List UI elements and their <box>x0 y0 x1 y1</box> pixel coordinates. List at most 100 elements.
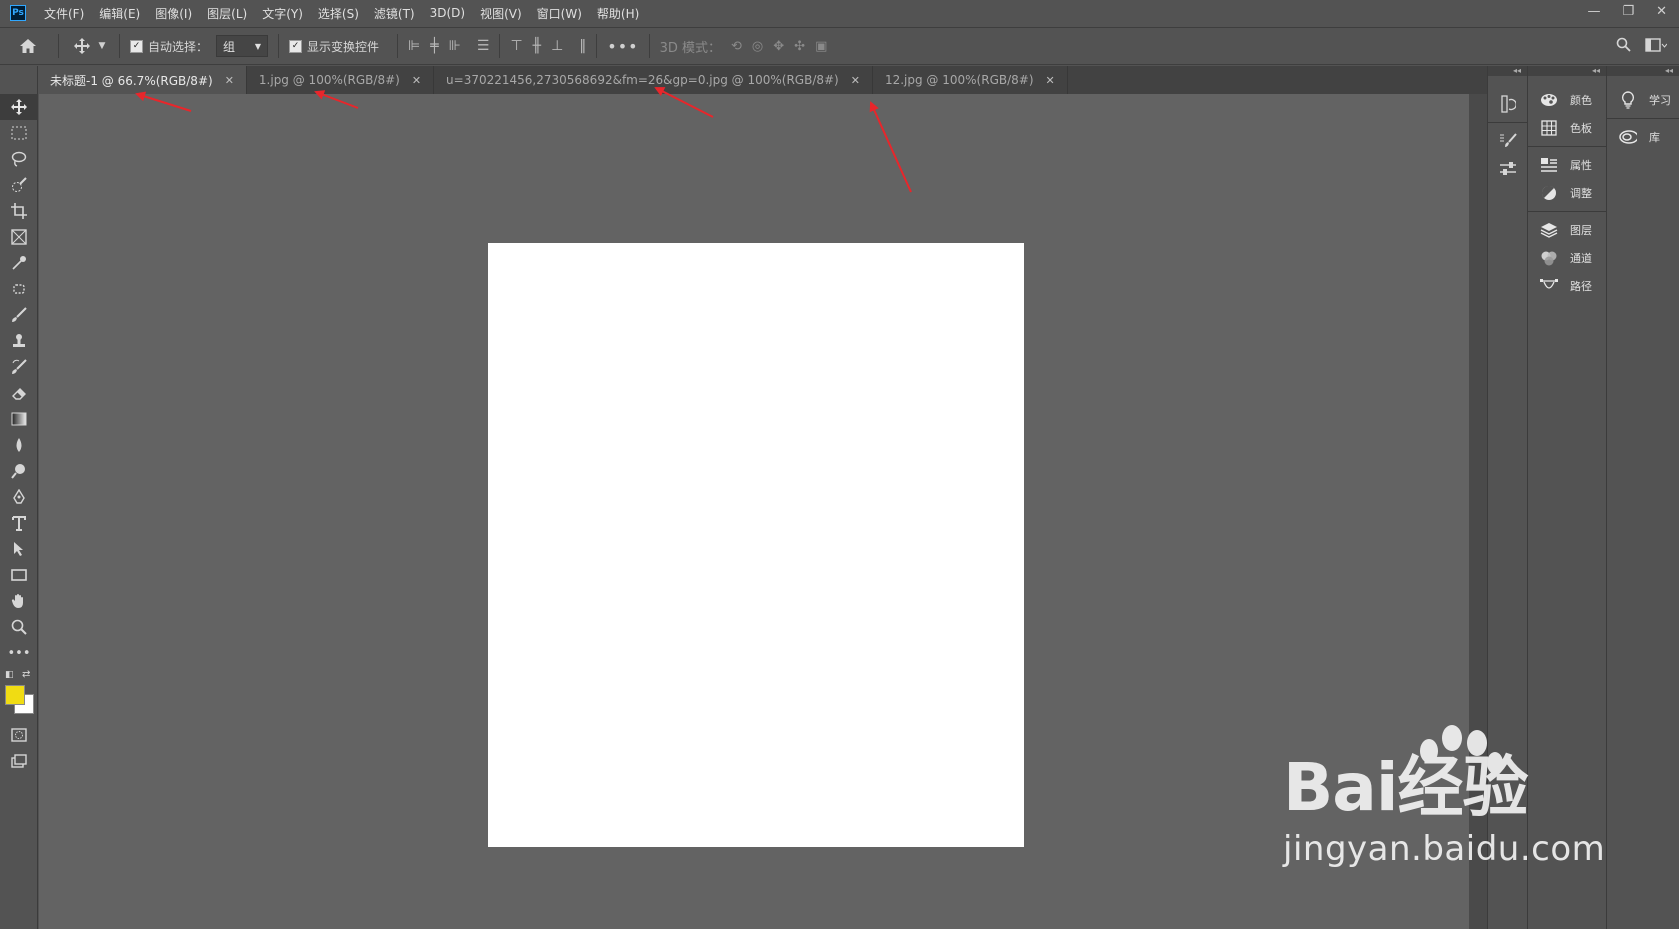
panel-paths[interactable]: 路径 <box>1528 272 1606 300</box>
distribute-icon[interactable]: ☰ <box>477 38 490 54</box>
menu-image[interactable]: 图像(I) <box>155 5 192 22</box>
align-vcenter-icon[interactable]: ╫ <box>533 38 541 54</box>
paths-icon <box>1540 278 1558 294</box>
show-transform-checkbox[interactable]: ✓ <box>289 39 303 53</box>
auto-select-value: 组 <box>223 39 236 54</box>
panel-adjustments[interactable]: 调整 <box>1528 179 1606 207</box>
menu-select[interactable]: 选择(S) <box>318 5 359 22</box>
menu-filter[interactable]: 滤镜(T) <box>374 5 415 22</box>
close-icon[interactable]: ✕ <box>851 74 860 87</box>
menu-window[interactable]: 窗口(W) <box>537 5 582 22</box>
lasso-tool[interactable] <box>0 146 38 172</box>
chevron-down-icon[interactable]: ▼ <box>95 41 109 51</box>
crop-tool[interactable] <box>0 198 38 224</box>
menu-3d[interactable]: 3D(D) <box>430 6 465 20</box>
separator <box>499 34 501 58</box>
auto-select-checkbox[interactable]: ✓ <box>130 39 143 53</box>
canvas-workspace[interactable] <box>39 94 1469 929</box>
gradient-tool[interactable] <box>0 406 38 432</box>
quick-mask-icon[interactable] <box>0 722 38 748</box>
tab-untitled-1[interactable]: 未标题-1 @ 66.7%(RGB/8#) ✕ <box>38 66 247 94</box>
move-tool[interactable] <box>0 94 38 120</box>
menu-type[interactable]: 文字(Y) <box>262 5 303 22</box>
type-tool[interactable] <box>0 510 38 536</box>
more-options-icon[interactable]: ••• <box>607 37 638 56</box>
workspace-icon[interactable] <box>1645 37 1668 55</box>
tab-label: 未标题-1 @ 66.7%(RGB/8#) <box>50 73 213 88</box>
panel-learn[interactable]: 学习 <box>1607 86 1679 114</box>
align-hcenter-icon[interactable]: ╪ <box>430 38 438 54</box>
align-bottom-icon[interactable]: ⊥ <box>551 38 563 54</box>
frame-tool[interactable] <box>0 224 38 250</box>
close-icon[interactable]: ✕ <box>1046 74 1055 87</box>
swap-colors-icon[interactable]: ⇄ <box>22 669 30 680</box>
3d-camera-icon[interactable]: ▣ <box>815 39 827 54</box>
3d-mode-group: 3D 模式： ⟲ ◎ ✥ ✣ ▣ <box>660 37 828 56</box>
eraser-tool[interactable] <box>0 380 38 406</box>
align-left-icon[interactable]: ⊫ <box>408 38 420 54</box>
collapse-dock-icon[interactable]: ◂◂ <box>1488 66 1527 76</box>
toolbar-header <box>0 66 37 94</box>
restore-button[interactable]: ❐ <box>1622 4 1634 19</box>
brush-settings-icon[interactable] <box>1488 127 1527 155</box>
tab-1-jpg[interactable]: 1.jpg @ 100%(RGB/8#) ✕ <box>247 66 435 94</box>
align-top-icon[interactable]: ⊤ <box>510 38 522 54</box>
separator <box>58 34 59 58</box>
align-right-icon[interactable]: ⊪ <box>449 38 461 54</box>
adjust-icon <box>1540 185 1558 201</box>
foreground-color-swatch[interactable] <box>5 685 25 705</box>
tab-12-jpg[interactable]: 12.jpg @ 100%(RGB/8#) ✕ <box>873 66 1068 94</box>
stamp-tool[interactable] <box>0 328 38 354</box>
move-tool-preset-icon[interactable] <box>69 38 95 54</box>
default-colors-icon[interactable]: ◧ <box>5 670 14 680</box>
healing-tool[interactable] <box>0 276 38 302</box>
tool-presets-icon[interactable] <box>1488 155 1527 183</box>
collapse-dock-icon[interactable]: ◂◂ <box>1528 66 1606 76</box>
separator <box>278 34 280 58</box>
panel-swatches[interactable]: 色板 <box>1528 114 1606 142</box>
tab-u-jpg[interactable]: u=370221456,2730568692&fm=26&gp=0.jpg @ … <box>434 66 873 94</box>
distribute-vertical-icon[interactable]: ‖ <box>579 38 586 54</box>
menu-help[interactable]: 帮助(H) <box>597 5 639 22</box>
minimize-button[interactable]: — <box>1587 4 1600 19</box>
auto-select-dropdown[interactable]: 组 ▼ <box>216 35 269 57</box>
menu-view[interactable]: 视图(V) <box>480 5 522 22</box>
marquee-tool[interactable] <box>0 120 38 146</box>
blur-tool[interactable] <box>0 432 38 458</box>
zoom-tool[interactable] <box>0 614 38 640</box>
separator <box>648 34 650 58</box>
menu-layer[interactable]: 图层(L) <box>207 5 247 22</box>
3d-slide-icon[interactable]: ✣ <box>794 39 805 54</box>
panel-layers[interactable]: 图层 <box>1528 216 1606 244</box>
close-icon[interactable]: ✕ <box>225 74 234 87</box>
baidu-watermark: Bai经验 jingyan.baidu.com <box>1283 725 1605 869</box>
tab-label: 12.jpg @ 100%(RGB/8#) <box>884 73 1034 87</box>
panel-libraries[interactable]: 库 <box>1607 123 1679 151</box>
more-tools-icon[interactable]: ••• <box>0 640 38 666</box>
rectangle-tool[interactable] <box>0 562 38 588</box>
collapse-dock-icon[interactable]: ◂◂ <box>1607 66 1679 76</box>
3d-rotate-icon[interactable]: ⟲ <box>731 39 742 54</box>
menu-file[interactable]: 文件(F) <box>44 5 84 22</box>
brush-tool[interactable] <box>0 302 38 328</box>
panel-properties[interactable]: 属性 <box>1528 151 1606 179</box>
dodge-tool[interactable] <box>0 458 38 484</box>
document-canvas[interactable] <box>488 243 1024 847</box>
eyedropper-tool[interactable] <box>0 250 38 276</box>
hand-tool[interactable] <box>0 588 38 614</box>
panel-color[interactable]: 颜色 <box>1528 86 1606 114</box>
history-panel-icon[interactable] <box>1488 90 1527 118</box>
history-brush-tool[interactable] <box>0 354 38 380</box>
close-icon[interactable]: ✕ <box>412 74 421 87</box>
quick-select-tool[interactable] <box>0 172 38 198</box>
search-icon[interactable] <box>1616 37 1631 55</box>
close-window-button[interactable]: ✕ <box>1656 4 1667 19</box>
pen-tool[interactable] <box>0 484 38 510</box>
panel-channels[interactable]: 通道 <box>1528 244 1606 272</box>
3d-roll-icon[interactable]: ◎ <box>752 39 763 54</box>
path-select-tool[interactable] <box>0 536 38 562</box>
home-icon[interactable] <box>8 38 48 54</box>
3d-drag-icon[interactable]: ✥ <box>773 39 784 54</box>
menu-edit[interactable]: 编辑(E) <box>99 5 140 22</box>
screen-mode-icon[interactable] <box>0 748 38 774</box>
